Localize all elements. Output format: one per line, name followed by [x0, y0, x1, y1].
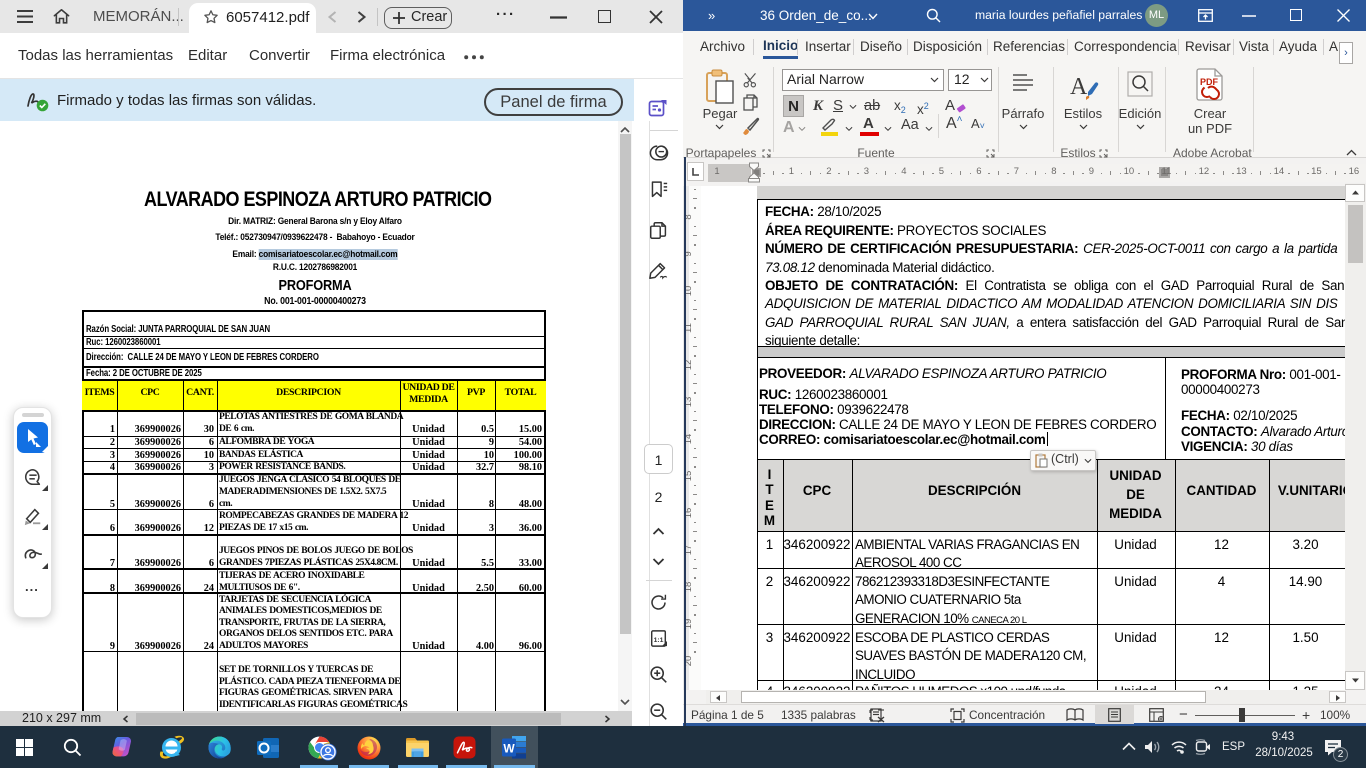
svg-text:1:1: 1:1: [654, 637, 664, 644]
svg-text:A: A: [1070, 74, 1088, 100]
svg-text:W: W: [503, 742, 515, 756]
svg-text:PDF: PDF: [1200, 77, 1219, 87]
